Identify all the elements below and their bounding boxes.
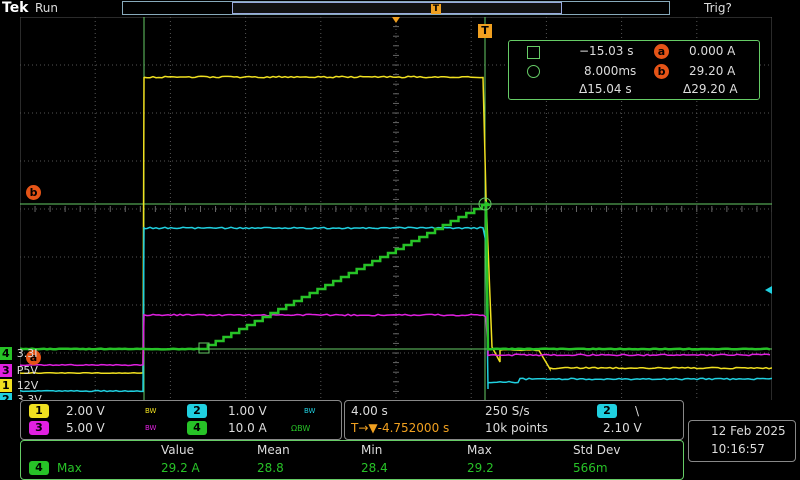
cursor-readout[interactable]: −15.03 s a 0.000 A 8.000ms b 29.20 A Δ15… <box>508 40 760 100</box>
ch3-scale[interactable]: 5.00 V <box>66 421 105 435</box>
cursor-a-time: −15.03 s <box>579 44 633 58</box>
trigger-position-marker[interactable] <box>392 17 400 23</box>
brand-logo: Tek <box>2 0 29 16</box>
ch3-chip[interactable]: 3 <box>29 421 49 435</box>
meas-mean: 28.8 <box>257 461 284 475</box>
ch2-scale[interactable]: 1.00 V <box>228 404 267 418</box>
date: 12 Feb 2025 <box>711 424 786 438</box>
cursor-b-time: 8.000ms <box>584 64 636 78</box>
ch4-bw-icon: ΩBW <box>291 424 310 433</box>
cursor-b-badge: b <box>654 64 669 79</box>
record-trigger-marker: T <box>431 4 441 14</box>
trigger-state: Trig? <box>704 1 732 15</box>
meas-header-value: Value <box>161 443 194 457</box>
record-view-window[interactable] <box>232 2 562 14</box>
trigger-source-chip[interactable]: 2 <box>597 404 617 418</box>
meas-header-max: Max <box>467 443 492 457</box>
trigger-level[interactable]: 2.10 V <box>603 421 642 435</box>
record-length[interactable]: 10k points <box>485 421 548 435</box>
ch1-chip[interactable]: 1 <box>29 404 49 418</box>
trigger-t-marker[interactable]: T <box>478 24 492 38</box>
ch1-bw-icon: BW <box>145 407 156 415</box>
sample-rate: 250 S/s <box>485 404 530 418</box>
cursor-a-badge: a <box>654 44 669 59</box>
meas-stddev: 566m <box>573 461 608 475</box>
cursor-b-label[interactable]: b <box>26 185 41 200</box>
status-bar: Tek Run T Trig? <box>0 0 800 18</box>
cursor-b-circle-icon <box>527 65 540 78</box>
cursor-a-value: 0.000 A <box>689 44 735 58</box>
meas-name[interactable]: Max <box>57 461 82 475</box>
ch4-scale[interactable]: 10.0 A <box>228 421 267 435</box>
trigger-slope-icon[interactable]: \ <box>635 404 639 418</box>
time: 10:16:57 <box>711 442 765 456</box>
ch4-chip[interactable]: 4 <box>187 421 207 435</box>
meas-header-mean: Mean <box>257 443 290 457</box>
cursor-b-value: 29.20 A <box>689 64 735 78</box>
datetime-panel[interactable]: 12 Feb 2025 10:16:57 <box>688 420 796 462</box>
ch2-chip[interactable]: 2 <box>187 404 207 418</box>
cursor-a-square-icon <box>527 46 540 59</box>
meas-channel-chip: 4 <box>29 461 49 475</box>
meas-header-min: Min <box>361 443 382 457</box>
meas-min: 28.4 <box>361 461 388 475</box>
trigger-position[interactable]: T→▼-4.752000 s <box>351 421 449 435</box>
waveform-ch3 <box>20 314 770 365</box>
ch3-bw-icon: BW <box>145 424 156 432</box>
measurement-panel[interactable]: Value Mean Min Max Std Dev 4 Max 29.2 A … <box>20 440 684 480</box>
meas-max: 29.2 <box>467 461 494 475</box>
horizontal-trigger-panel[interactable]: 4.00 s 250 S/s T→▼-4.752000 s 10k points… <box>344 400 684 440</box>
vertical-settings-panel[interactable]: 1 2.00 V BW 2 1.00 V BW 3 5.00 V BW 4 10… <box>20 400 342 440</box>
trigger-level-marker[interactable] <box>765 286 772 294</box>
meas-value: 29.2 A <box>161 461 200 475</box>
meas-header-stddev: Std Dev <box>573 443 620 457</box>
cursor-delta-time: Δ15.04 s <box>579 82 632 96</box>
acquisition-state[interactable]: Run <box>35 1 58 15</box>
cursor-delta-value: Δ29.20 A <box>683 82 738 96</box>
timebase[interactable]: 4.00 s <box>351 404 388 418</box>
bottom-panel: 1 2.00 V BW 2 1.00 V BW 3 5.00 V BW 4 10… <box>0 400 800 480</box>
waveform-ch1 <box>20 76 772 373</box>
ch2-bw-icon: BW <box>304 407 315 415</box>
ch1-scale[interactable]: 2.00 V <box>66 404 105 418</box>
